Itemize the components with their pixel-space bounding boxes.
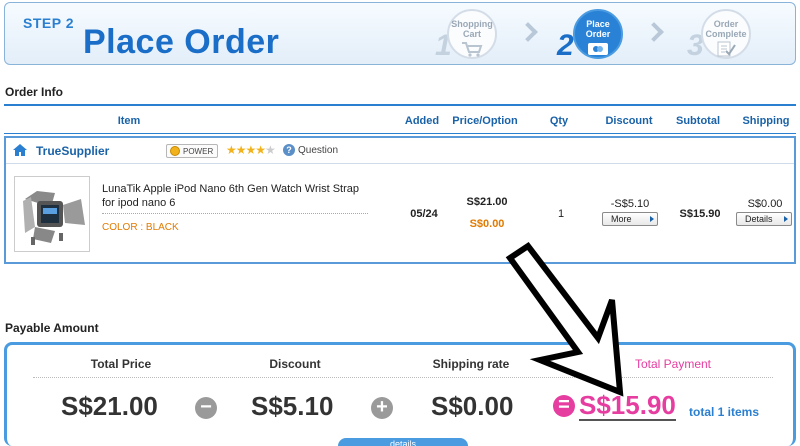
order-table-header: Item Added Price/Option Qty Discount Sub… bbox=[4, 104, 796, 134]
product-option-color: COLOR : BLACK bbox=[102, 222, 179, 233]
page-title: Place Order bbox=[83, 23, 280, 61]
total-price-label: Total Price bbox=[90, 357, 152, 371]
total-price-value: S$21.00 bbox=[61, 391, 158, 421]
payable-amount-title: Payable Amount bbox=[5, 321, 99, 335]
watch-strap-image bbox=[23, 191, 85, 245]
medal-icon bbox=[170, 146, 180, 156]
total-items-count: total 1 items bbox=[689, 405, 760, 419]
power-badge: POWER bbox=[166, 144, 219, 158]
step-label: STEP 2 bbox=[23, 15, 74, 31]
supplier-row: TrueSupplier POWER ★★★★★ ? Question bbox=[6, 138, 794, 164]
triangle-right-icon bbox=[650, 216, 654, 222]
discount-more-button[interactable]: More bbox=[602, 212, 658, 226]
col-item: Item bbox=[117, 115, 141, 127]
added-date: 05/24 bbox=[410, 208, 438, 220]
discount-value: -S$5.10 bbox=[610, 198, 650, 210]
rating-stars: ★★★★★ bbox=[226, 143, 276, 157]
question-link[interactable]: Question bbox=[298, 145, 338, 156]
product-name-link[interactable]: LunaTik Apple iPod Nano 6th Gen Watch Wr… bbox=[102, 182, 372, 210]
home-icon[interactable] bbox=[12, 143, 28, 157]
credit-card-icon bbox=[588, 43, 608, 55]
supplier-order-group: TrueSupplier POWER ★★★★★ ? Question Luna… bbox=[4, 136, 796, 264]
product-thumbnail[interactable] bbox=[14, 176, 90, 252]
shipping-rate-label: Shipping rate bbox=[432, 357, 510, 371]
step-order-complete: Order Complete bbox=[701, 9, 751, 59]
item-price: S$21.00 bbox=[466, 196, 508, 208]
order-info-title: Order Info bbox=[5, 85, 64, 99]
col-qty: Qty bbox=[549, 115, 569, 127]
product-row: LunaTik Apple iPod Nano 6th Gen Watch Wr… bbox=[6, 164, 794, 264]
question-icon[interactable]: ? bbox=[283, 144, 295, 156]
plus-icon: + bbox=[371, 397, 393, 419]
subtotal-value: S$15.90 bbox=[679, 208, 721, 220]
step-banner: STEP 2 Place Order 1 Shopping Cart 2 Pla… bbox=[4, 2, 796, 65]
col-added: Added bbox=[404, 115, 440, 127]
triangle-right-icon bbox=[784, 216, 788, 222]
details-toggle-tab[interactable]: details bbox=[338, 438, 468, 446]
minus-icon: − bbox=[195, 397, 217, 419]
chevron-right-icon bbox=[644, 22, 664, 42]
chevron-right-icon bbox=[518, 22, 538, 42]
shipping-details-button[interactable]: Details bbox=[736, 212, 792, 226]
payable-summary: Total Price Discount Shipping rate Total… bbox=[4, 342, 796, 446]
col-subtotal: Subtotal bbox=[676, 115, 720, 127]
equals-icon: = bbox=[553, 395, 575, 417]
summary-divider bbox=[33, 377, 773, 378]
option-price: S$0.00 bbox=[469, 218, 505, 230]
progress-steps: 1 Shopping Cart 2 Place Order 3 Order Co… bbox=[435, 7, 775, 63]
discount-total-value: S$5.10 bbox=[251, 391, 334, 421]
product-divider bbox=[102, 213, 368, 214]
total-payment-label: Total Payment bbox=[634, 357, 712, 371]
total-payment-value: S$15.90 bbox=[579, 390, 676, 421]
discount-label: Discount bbox=[269, 357, 321, 371]
shipping-total-value: S$0.00 bbox=[431, 391, 514, 421]
cart-icon bbox=[462, 42, 483, 57]
col-discount: Discount bbox=[605, 115, 653, 127]
col-shipping: Shipping bbox=[742, 115, 790, 127]
checklist-icon bbox=[717, 41, 736, 57]
step-place-order: Place Order bbox=[573, 9, 623, 59]
step-2-number: 2 bbox=[557, 29, 574, 62]
col-price-option: Price/Option bbox=[452, 115, 518, 127]
step-shopping-cart: Shopping Cart bbox=[447, 9, 497, 59]
supplier-name-link[interactable]: TrueSupplier bbox=[36, 144, 109, 158]
quantity-value: 1 bbox=[557, 208, 565, 220]
shipping-value: S$0.00 bbox=[747, 198, 783, 210]
